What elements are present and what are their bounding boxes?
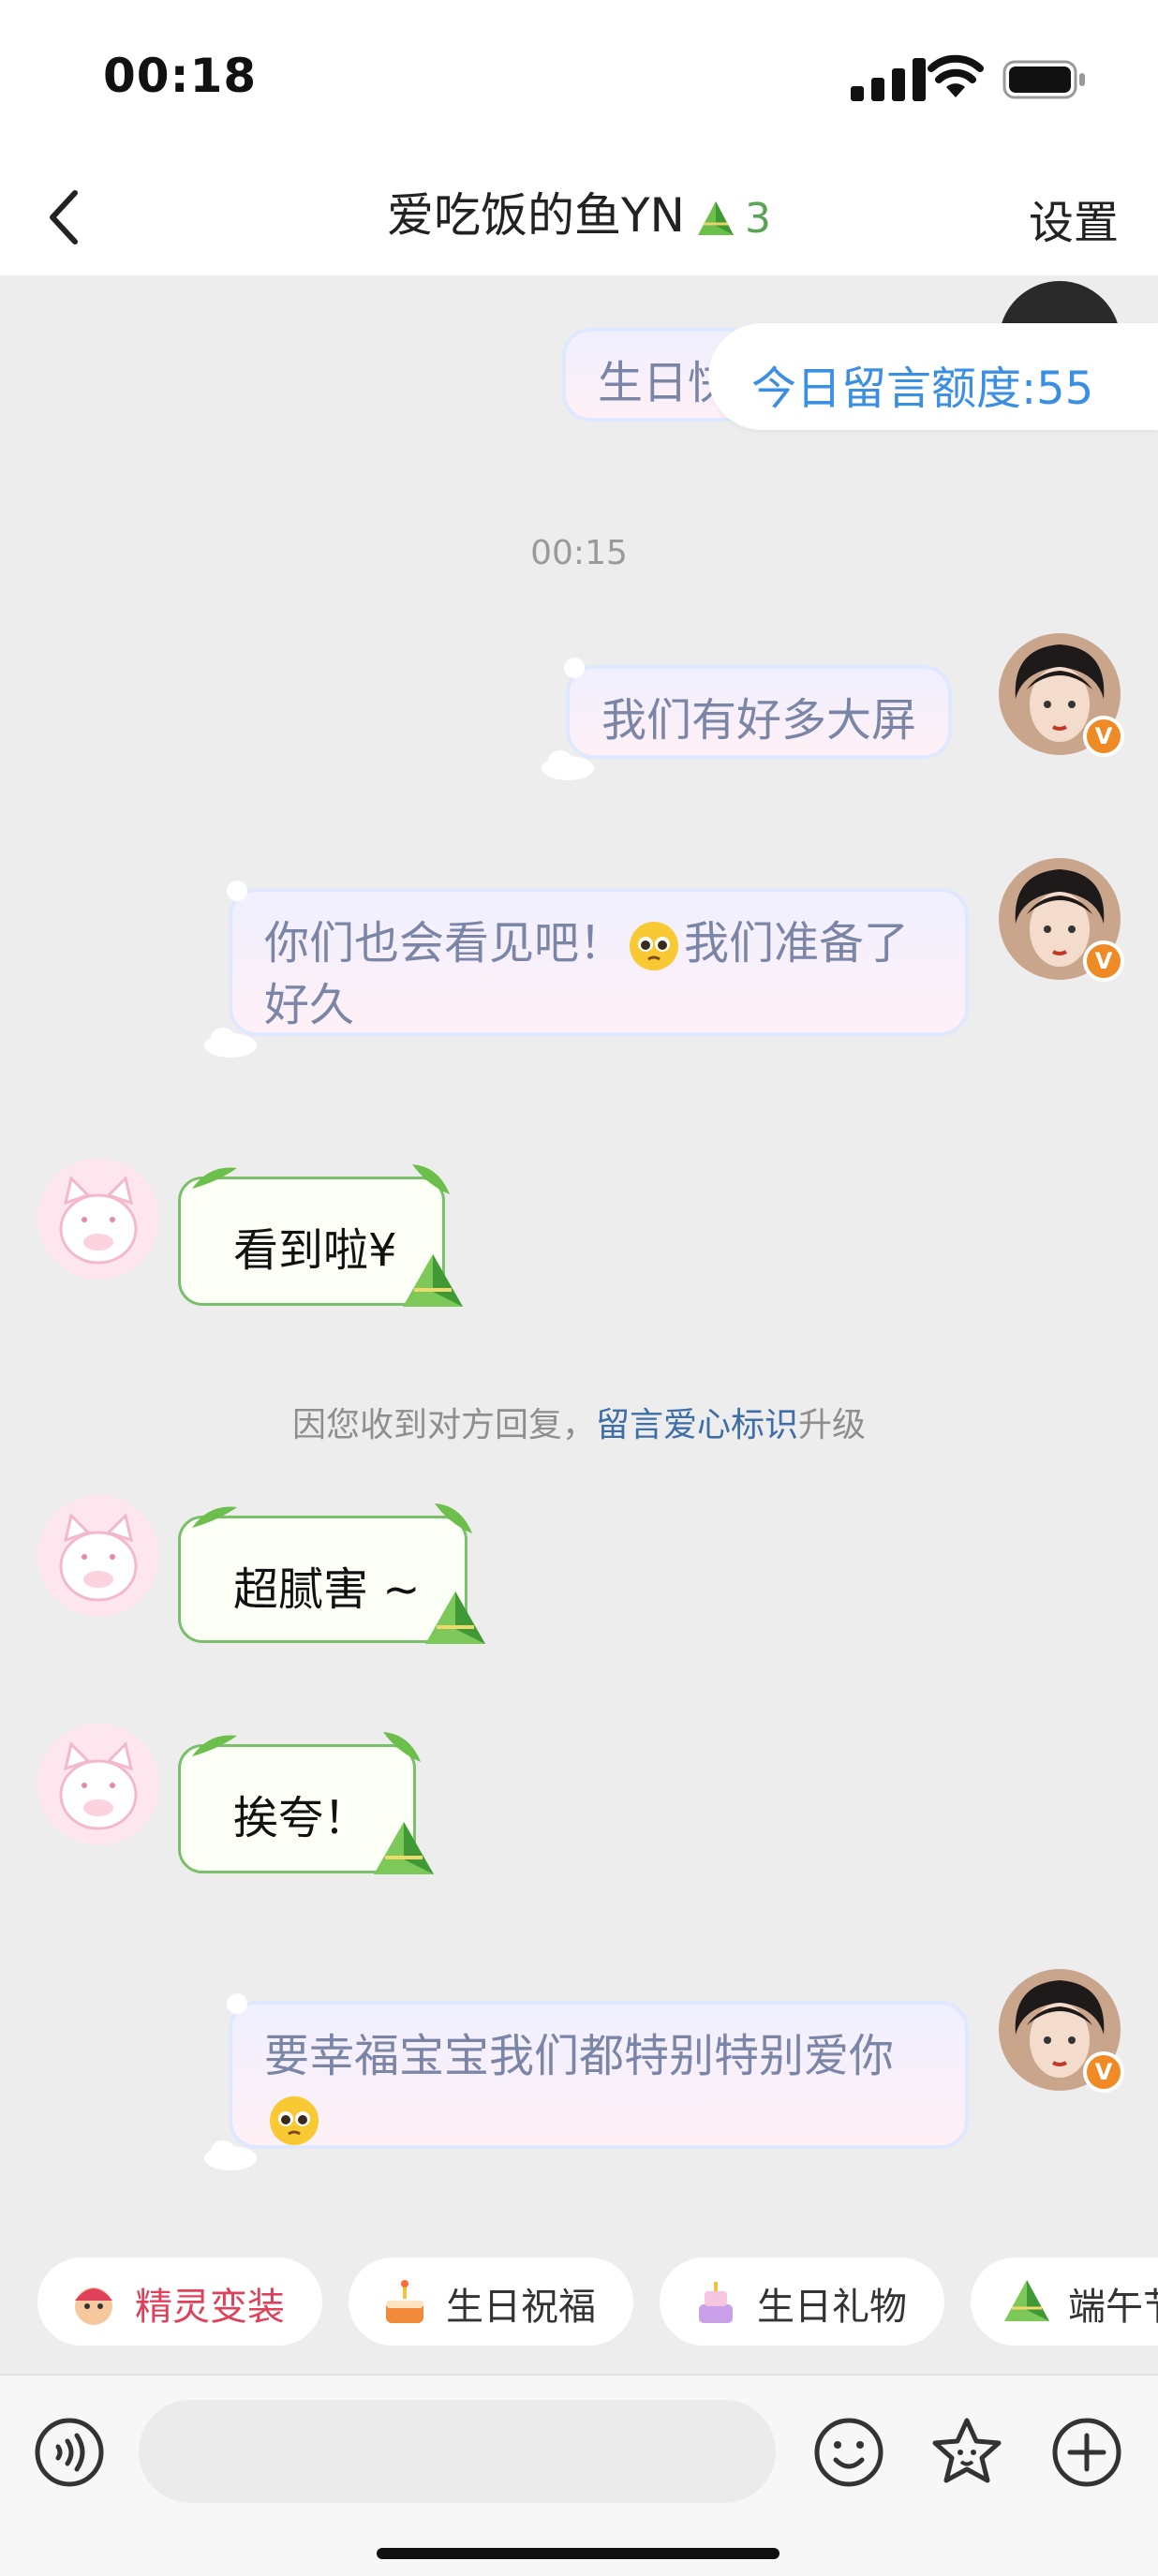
message-input[interactable] xyxy=(139,2400,776,2503)
chip-genie-costume[interactable]: 精灵变装 xyxy=(37,2258,322,2346)
cat-avatar-icon xyxy=(59,1176,138,1265)
cloud-icon xyxy=(204,1028,257,1058)
message-bubble-other[interactable]: 超腻害 ~ xyxy=(178,1503,486,1644)
other-avatar[interactable] xyxy=(37,1724,159,1845)
wifi-icon xyxy=(928,54,984,97)
emoji-icon[interactable] xyxy=(811,2415,886,2490)
home-indicator xyxy=(377,2548,779,2559)
badge-count: 3 xyxy=(744,195,771,243)
plus-icon[interactable] xyxy=(1049,2415,1124,2490)
sparkle-icon xyxy=(564,658,585,678)
message-quota-pill[interactable]: 今日留言额度:55 xyxy=(708,323,1158,430)
chip-label: 端午节 xyxy=(1068,2286,1158,2329)
message-bubble-self[interactable]: 我们有好多大屏 xyxy=(542,658,953,780)
cake-icon xyxy=(386,2280,423,2323)
other-avatar[interactable] xyxy=(37,1495,159,1617)
system-note-suffix: 升级 xyxy=(798,1406,867,1444)
leaf-icon xyxy=(192,1167,237,1189)
message-text: 要幸福宝宝我们都特别特别爱你 xyxy=(264,2030,895,2082)
sticker-icon[interactable] xyxy=(929,2415,1004,2490)
sparkle-icon xyxy=(227,881,247,901)
battery-icon xyxy=(1002,60,1085,99)
system-note-text: 因您收到对方回复， xyxy=(291,1406,596,1444)
chip-label: 生日祝福 xyxy=(446,2286,596,2329)
quick-chips-bar: 精灵变装 生日祝福 生日礼物 端午节 xyxy=(0,2258,1158,2355)
status-bar: 00:18 xyxy=(0,0,1158,159)
message-bubble-self[interactable]: 要幸福宝宝我们都特别特别爱你 xyxy=(204,1993,969,2170)
chat-title-text: 爱吃饭的鱼YN xyxy=(387,188,685,243)
leaf-icon xyxy=(192,1506,237,1528)
cat-avatar-icon xyxy=(59,1741,138,1830)
zongzi-icon xyxy=(374,1822,435,1874)
cat-avatar-icon xyxy=(59,1513,138,1602)
message-text: 你们也会看见吧！ xyxy=(264,917,625,970)
leaf-icon xyxy=(192,1735,237,1756)
message-bubble-other[interactable]: 看到啦¥ xyxy=(178,1164,463,1307)
message-text: 挨夸！ xyxy=(233,1792,369,1844)
verified-badge: V xyxy=(1083,716,1124,757)
voice-icon[interactable] xyxy=(32,2415,107,2490)
nav-bar: 爱吃饭的鱼YN 3 设置 xyxy=(0,159,1158,275)
cloud-icon xyxy=(542,750,594,780)
verified-badge: V xyxy=(1083,2051,1124,2093)
message-bubble-self[interactable]: 你们也会看见吧！ 我们准备了好久 xyxy=(204,881,969,1058)
chip-birthday-wishes[interactable]: 生日祝福 xyxy=(349,2258,633,2346)
self-avatar[interactable]: V xyxy=(999,858,1124,982)
message-text: 我们有好多大屏 xyxy=(601,694,917,747)
chip-label: 精灵变装 xyxy=(135,2286,285,2329)
system-note: 因您收到对方回复，留言爱心标识升级 xyxy=(0,1398,1158,1446)
zongzi-badge-icon xyxy=(697,200,734,235)
message-text: 看到啦¥ xyxy=(233,1224,397,1277)
settings-button[interactable]: 设置 xyxy=(1029,185,1119,251)
chat-title: 爱吃饭的鱼YN 3 xyxy=(0,178,1158,245)
zongzi-icon xyxy=(1004,2280,1049,2321)
leaf-icon xyxy=(383,1732,422,1762)
genie-icon xyxy=(75,2287,112,2325)
love-badge-link[interactable]: 留言爱心标识 xyxy=(596,1406,798,1444)
timestamp: 00:15 xyxy=(530,534,628,572)
self-avatar[interactable]: V xyxy=(999,633,1124,757)
pleading-face-emoji xyxy=(630,922,679,970)
zongzi-icon xyxy=(402,1254,463,1307)
other-avatar[interactable] xyxy=(37,1158,159,1280)
cloud-icon xyxy=(204,2140,257,2170)
chip-label: 生日礼物 xyxy=(757,2286,907,2329)
message-bubble-other[interactable]: 挨夸！ xyxy=(178,1732,435,1874)
sparkle-icon xyxy=(227,1993,247,2014)
input-bar xyxy=(0,2374,1158,2576)
verified-badge: V xyxy=(1083,940,1124,982)
pleading-face-emoji xyxy=(270,2096,319,2145)
status-time: 00:18 xyxy=(103,49,258,103)
message-text: 超腻害 ~ xyxy=(233,1563,421,1616)
leaf-icon xyxy=(411,1164,450,1194)
chip-dragon-boat[interactable]: 端午节 xyxy=(971,2258,1158,2346)
zongzi-icon xyxy=(425,1591,486,1644)
leaf-icon xyxy=(435,1503,473,1533)
birthday-cake-icon xyxy=(699,2282,733,2323)
self-avatar[interactable]: V xyxy=(999,1969,1124,2093)
chip-birthday-gift[interactable]: 生日礼物 xyxy=(660,2258,944,2346)
